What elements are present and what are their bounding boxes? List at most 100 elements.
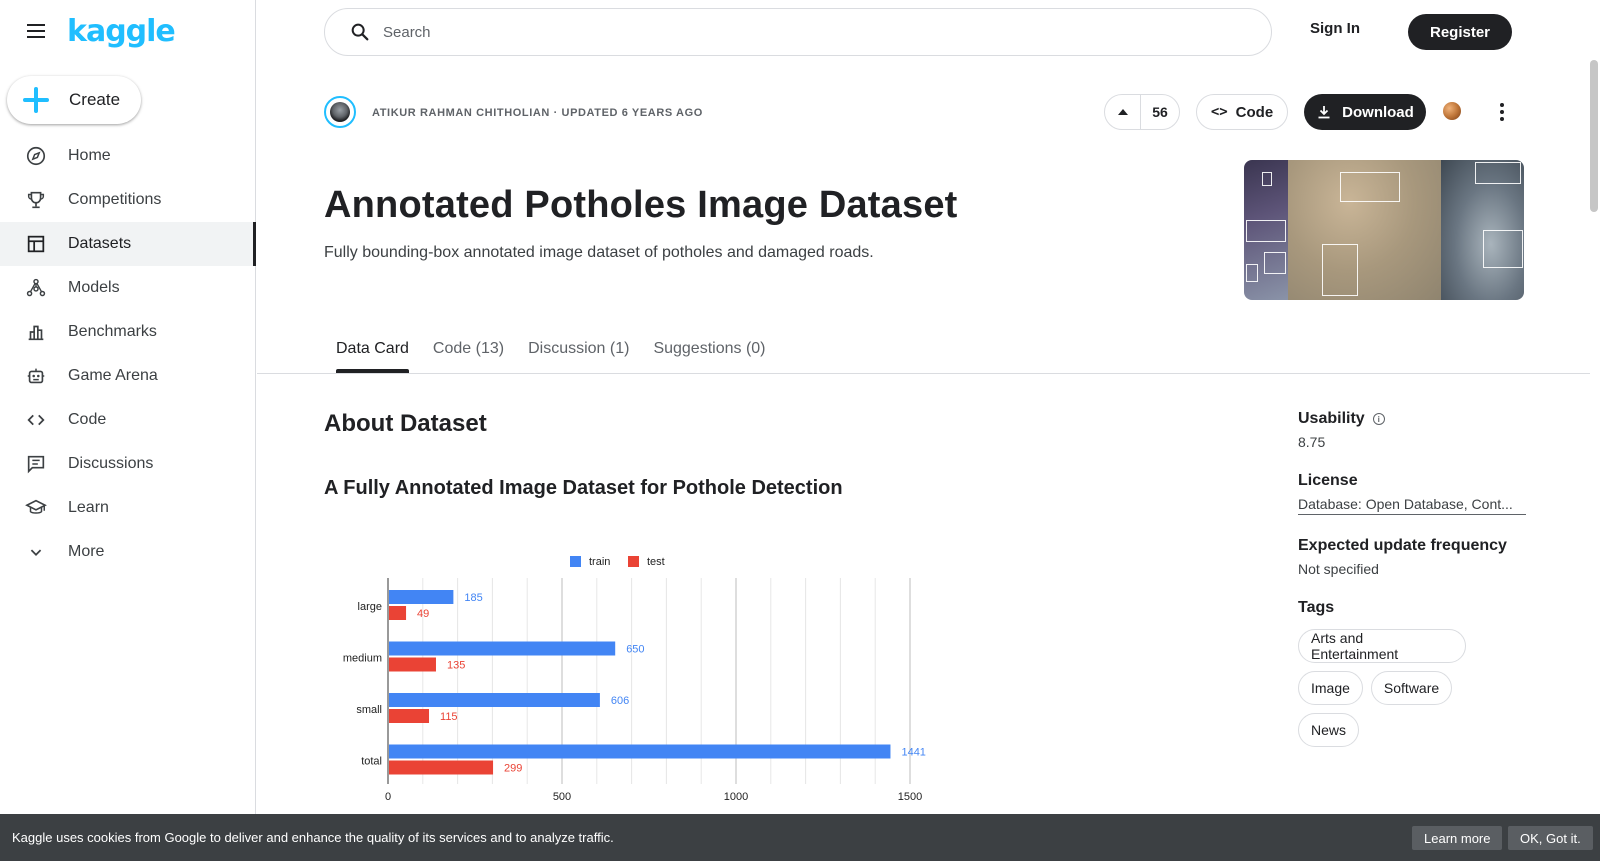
dataset-title: Annotated Potholes Image Dataset: [324, 184, 958, 226]
section-heading: A Fully Annotated Image Dataset for Poth…: [324, 477, 843, 499]
bar-train: [389, 641, 616, 656]
download-button[interactable]: Download: [1304, 94, 1426, 130]
info-icon[interactable]: i: [1372, 413, 1385, 425]
sidebar-item-label: Competitions: [68, 191, 162, 208]
models-icon: [24, 276, 48, 300]
bar-train: [389, 590, 454, 604]
legend-swatch: [628, 556, 639, 567]
upvote-button[interactable]: [1105, 95, 1141, 129]
data-label: 299: [504, 763, 522, 775]
owner-updated-line: ATIKUR RAHMAN CHITHOLIAN · UPDATED 6 YEA…: [372, 107, 703, 119]
cookie-message: Kaggle uses cookies from Google to deliv…: [12, 830, 614, 845]
tag-chip[interactable]: Arts and Entertainment: [1298, 629, 1466, 663]
sidebar: kaggle Create Home Competitions Datasets Mo…: [0, 0, 256, 861]
tag-chip[interactable]: Software: [1370, 671, 1453, 705]
code-button[interactable]: <> Code: [1196, 94, 1288, 130]
download-button-label: Download: [1342, 103, 1414, 121]
legend-label: test: [647, 556, 665, 568]
dataset-metadata-panel: Usability i 8.75 License Database: Open D…: [1298, 410, 1526, 777]
x-tick-label: 500: [553, 791, 571, 803]
learn-more-button[interactable]: Learn more: [1412, 826, 1503, 850]
create-button[interactable]: Create: [7, 76, 141, 124]
x-tick-label: 1000: [724, 791, 748, 803]
bar-chart-icon: [24, 320, 48, 344]
code-button-label: Code: [1235, 103, 1274, 121]
comment-icon: [24, 452, 48, 476]
category-label: small: [356, 704, 382, 716]
sidebar-item-learn[interactable]: Learn: [0, 486, 256, 530]
sidebar-item-discussions[interactable]: Discussions: [0, 442, 256, 486]
tab-code[interactable]: Code (13): [421, 326, 516, 370]
more-options-icon[interactable]: [1490, 100, 1514, 124]
tab-data-card[interactable]: Data Card: [324, 326, 421, 373]
sidebar-item-label: Home: [68, 147, 111, 164]
graduation-cap-icon: [24, 496, 48, 520]
data-label: 135: [447, 660, 465, 672]
data-label: 115: [440, 711, 458, 723]
search-icon: [351, 23, 369, 41]
data-label: 1441: [901, 747, 925, 759]
sidebar-item-benchmarks[interactable]: Benchmarks: [0, 310, 256, 354]
category-label: total: [361, 756, 382, 768]
sidebar-item-label: Code: [68, 411, 107, 428]
menu-icon[interactable]: [22, 20, 50, 44]
dataset-tabs: Data Card Code (13) Discussion (1) Suggesti…: [324, 326, 778, 373]
kaggle-logo[interactable]: kaggle: [67, 14, 176, 49]
trophy-icon: [24, 188, 48, 212]
create-label: Create: [69, 90, 121, 109]
vote-count: 56: [1152, 104, 1168, 120]
tab-discussion[interactable]: Discussion (1): [516, 326, 641, 370]
page-scrollbar[interactable]: [1590, 60, 1598, 212]
sidebar-item-label: Learn: [68, 499, 109, 516]
cover-panel-left: [1244, 160, 1288, 300]
sidebar-item-competitions[interactable]: Competitions: [0, 178, 256, 222]
tab-suggestions[interactable]: Suggestions (0): [641, 326, 777, 370]
bar-test: [389, 709, 430, 723]
sidebar-item-label: Discussions: [68, 455, 154, 472]
sidebar-item-label: Game Arena: [68, 367, 158, 384]
sidebar-item-models[interactable]: Models: [0, 266, 256, 310]
usability-value: 8.75: [1298, 434, 1326, 450]
x-tick-label: 0: [385, 791, 391, 803]
vote-control: 56: [1104, 94, 1180, 130]
sidebar-item-label: Models: [68, 279, 120, 296]
dataset-subtitle: Fully bounding-box annotated image datas…: [324, 244, 874, 261]
tags-list: Arts and Entertainment Image Software News: [1298, 629, 1526, 755]
legend-swatch: [570, 556, 581, 567]
download-icon: [1318, 106, 1330, 119]
bar-train: [389, 693, 600, 707]
search-bar[interactable]: [324, 8, 1272, 56]
sidebar-item-more[interactable]: More: [0, 530, 256, 574]
legend-label: train: [589, 556, 610, 568]
potholes-bar-chart: train test large 185 49 medium 650 135 small 606 1…: [343, 556, 926, 803]
data-label: 650: [626, 644, 644, 656]
tag-chip[interactable]: Image: [1298, 671, 1363, 705]
license-label: License: [1298, 472, 1358, 489]
data-label: 606: [611, 695, 629, 707]
license-link[interactable]: Database: Open Database, Cont...: [1298, 496, 1526, 515]
bronze-medal-icon: [1443, 102, 1461, 120]
data-label: 49: [417, 608, 429, 620]
chevron-down-icon: [24, 540, 48, 564]
sidebar-item-game-arena[interactable]: Game Arena: [0, 354, 256, 398]
update-frequency-value: Not specified: [1298, 561, 1379, 577]
tag-chip[interactable]: News: [1298, 713, 1360, 747]
sidebar-item-label: More: [68, 543, 105, 560]
owner-avatar[interactable]: [324, 96, 356, 128]
compass-icon: [24, 144, 48, 168]
code-icon: <>: [1210, 104, 1228, 120]
register-button[interactable]: Register: [1408, 14, 1512, 50]
ok-got-it-button[interactable]: OK, Got it.: [1508, 826, 1593, 850]
search-input[interactable]: [383, 23, 1243, 41]
category-label: medium: [343, 653, 382, 665]
sidebar-nav: Home Competitions Datasets Models Benchmarks…: [0, 134, 256, 574]
sidebar-item-home[interactable]: Home: [0, 134, 256, 178]
about-dataset-heading: About Dataset: [324, 410, 487, 437]
cover-panel-middle: [1288, 160, 1441, 300]
x-tick-label: 1500: [898, 791, 922, 803]
sign-in-button[interactable]: Sign In: [1310, 20, 1360, 37]
sidebar-item-datasets[interactable]: Datasets: [0, 222, 256, 266]
bar-test: [389, 606, 407, 620]
sidebar-item-code[interactable]: Code: [0, 398, 256, 442]
tags-label: Tags: [1298, 599, 1335, 616]
